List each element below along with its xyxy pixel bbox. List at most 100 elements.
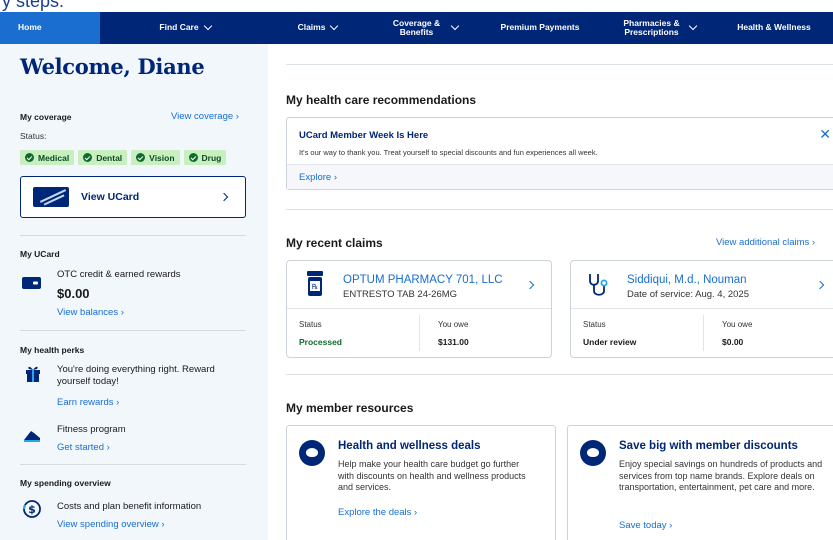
claim-description: ENTRESTO TAB 24-26MG bbox=[343, 289, 458, 300]
ucard-card-icon bbox=[33, 187, 69, 207]
svg-text:$: $ bbox=[28, 503, 36, 516]
recommendations-heading: My health care recommendations bbox=[286, 93, 477, 107]
recommendation-footer: Explore › bbox=[287, 164, 833, 189]
sidebar: Welcome, Diane My coverage View coverage… bbox=[0, 44, 268, 540]
claim-card-doctor: Siddiqui, M.d., Nouman Date of service: … bbox=[570, 260, 833, 358]
view-balances-link[interactable]: View balances › bbox=[57, 307, 124, 318]
my-ucard-title: My UCard bbox=[20, 249, 60, 259]
recommendation-title: UCard Member Week Is Here bbox=[299, 130, 429, 141]
status-label: Status: bbox=[20, 131, 47, 141]
claim-provider-name: OPTUM PHARMACY 701, LLC bbox=[343, 274, 503, 286]
claim-status: Status Processed bbox=[299, 320, 342, 347]
check-circle-icon bbox=[83, 153, 93, 162]
resource-body: Help make your health care budget go fur… bbox=[338, 459, 526, 493]
badge-dental: Dental bbox=[78, 150, 128, 165]
nav-home[interactable]: Home bbox=[0, 12, 100, 44]
check-circle-icon bbox=[188, 153, 198, 162]
recommendation-body: It's our way to thank you. Treat yoursel… bbox=[299, 148, 598, 157]
chevron-down-icon bbox=[330, 21, 339, 31]
piggy-bank-icon bbox=[299, 440, 325, 466]
dollar-cycle-icon: $ bbox=[23, 500, 41, 518]
recent-claims-heading: My recent claims bbox=[286, 236, 383, 250]
claim-status-value: Under review bbox=[583, 337, 637, 347]
explore-deals-link[interactable]: Explore the deals › bbox=[338, 507, 417, 518]
chevron-down-icon bbox=[688, 21, 697, 31]
nav-coverage-benefits[interactable]: Coverage & Benefits bbox=[365, 12, 480, 44]
view-coverage-link[interactable]: View coverage › bbox=[171, 111, 239, 122]
claim-description: Date of service: Aug. 4, 2025 bbox=[627, 289, 749, 300]
divider bbox=[20, 464, 246, 465]
nav-health-wellness[interactable]: Health & Wellness bbox=[715, 12, 833, 44]
resource-card-wellness-deals: Health and wellness deals Help make your… bbox=[286, 425, 556, 540]
badge-drug: Drug bbox=[183, 150, 227, 165]
chevron-right-icon bbox=[219, 192, 229, 202]
gift-icon bbox=[26, 366, 40, 382]
view-spending-link[interactable]: View spending overview › bbox=[57, 519, 165, 530]
otc-credit-text: OTC credit & earned rewards bbox=[57, 269, 181, 280]
divider bbox=[286, 209, 833, 210]
claim-owe-label: You owe bbox=[438, 320, 469, 329]
close-icon[interactable]: ✕ bbox=[819, 126, 831, 143]
claim-provider-name: Siddiqui, M.d., Nouman bbox=[627, 274, 747, 286]
my-health-perks-title: My health perks bbox=[20, 345, 85, 355]
nav-claims[interactable]: Claims bbox=[270, 12, 365, 44]
view-ucard-button[interactable]: View UCard bbox=[20, 176, 246, 218]
claim-header[interactable]: Siddiqui, M.d., Nouman Date of service: … bbox=[571, 261, 833, 309]
costs-info-text: Costs and plan benefit information bbox=[57, 501, 202, 512]
divider bbox=[20, 330, 246, 331]
svg-text:℞: ℞ bbox=[312, 283, 318, 291]
recommendation-card: UCard Member Week Is Here It's our way t… bbox=[286, 117, 833, 190]
check-circle-icon bbox=[25, 153, 34, 162]
claim-header[interactable]: ℞ OPTUM PHARMACY 701, LLC ENTRESTO TAB 2… bbox=[287, 261, 551, 309]
my-spending-title: My spending overview bbox=[20, 478, 111, 488]
claim-owe-value: $0.00 bbox=[722, 337, 744, 347]
earn-rewards-link[interactable]: Earn rewards › bbox=[57, 397, 119, 408]
prescription-bottle-icon: ℞ bbox=[307, 271, 323, 296]
main-content: My health care recommendations UCard Mem… bbox=[268, 44, 833, 540]
perks-reward-text: You're doing everything right. Reward yo… bbox=[57, 364, 215, 387]
view-ucard-label: View UCard bbox=[81, 191, 140, 203]
claim-status-label: Status bbox=[583, 320, 606, 329]
piggy-bank-icon bbox=[580, 440, 606, 466]
otc-amount: $0.00 bbox=[57, 286, 90, 301]
check-circle-icon bbox=[136, 153, 146, 162]
save-today-link[interactable]: Save today › bbox=[619, 520, 672, 531]
resource-title: Save big with member discounts bbox=[619, 440, 798, 452]
stethoscope-icon bbox=[589, 274, 608, 296]
divider bbox=[286, 374, 833, 375]
resource-title: Health and wellness deals bbox=[338, 440, 481, 452]
divider bbox=[703, 315, 704, 351]
nav-find-care[interactable]: Find Care bbox=[100, 12, 270, 44]
claim-owe-label: You owe bbox=[722, 320, 753, 329]
my-coverage-title: My coverage bbox=[20, 112, 72, 122]
member-resources-heading: My member resources bbox=[286, 401, 414, 415]
sneaker-icon bbox=[24, 431, 40, 442]
claim-status-label: Status bbox=[299, 320, 322, 329]
view-additional-claims-link[interactable]: View additional claims › bbox=[716, 237, 815, 248]
divider bbox=[286, 64, 833, 65]
explore-link[interactable]: Explore › bbox=[299, 172, 337, 183]
claim-you-owe: You owe $131.00 bbox=[438, 320, 469, 347]
page-top-text: y steps. bbox=[0, 0, 833, 12]
welcome-heading: Welcome, Diane bbox=[20, 54, 205, 79]
get-started-link[interactable]: Get started › bbox=[57, 442, 110, 453]
claim-status: Status Under review bbox=[583, 320, 636, 347]
chevron-right-icon bbox=[525, 280, 535, 290]
divider bbox=[20, 235, 246, 236]
claim-owe-value: $131.00 bbox=[438, 337, 469, 347]
nav-premium-payments[interactable]: Premium Payments bbox=[480, 12, 600, 44]
top-nav: Home Find Care Claims Coverage & Benefit… bbox=[0, 12, 833, 44]
chevron-down-icon bbox=[450, 21, 459, 31]
nav-pharmacies-prescriptions[interactable]: Pharmacies & Prescriptions bbox=[600, 12, 715, 44]
chevron-right-icon bbox=[815, 280, 825, 290]
claim-card-pharmacy: ℞ OPTUM PHARMACY 701, LLC ENTRESTO TAB 2… bbox=[286, 260, 552, 358]
resource-card-member-discounts: Save big with member discounts Enjoy spe… bbox=[567, 425, 833, 540]
divider bbox=[419, 315, 420, 351]
claim-status-value: Processed bbox=[299, 337, 342, 347]
chevron-down-icon bbox=[203, 21, 212, 31]
badge-vision: Vision bbox=[131, 150, 180, 165]
claim-you-owe: You owe $0.00 bbox=[722, 320, 752, 347]
resource-body: Enjoy special savings on hundreds of pro… bbox=[619, 459, 823, 493]
fitness-program-text: Fitness program bbox=[57, 424, 126, 435]
wallet-card-icon bbox=[22, 277, 41, 289]
